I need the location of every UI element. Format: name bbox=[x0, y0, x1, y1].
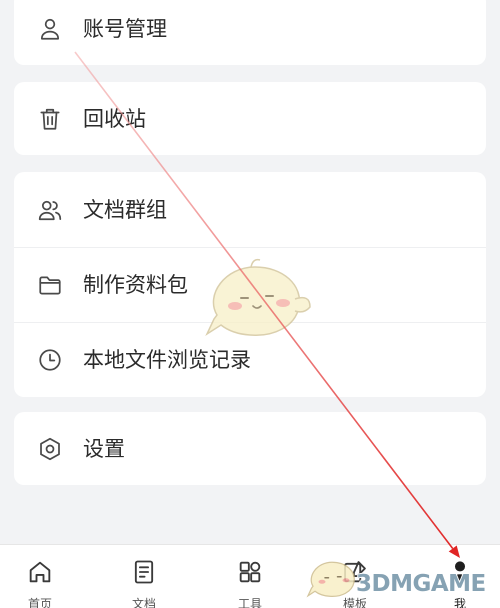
tab-me[interactable]: 我 bbox=[420, 545, 500, 608]
settings-card: 设置 bbox=[14, 412, 486, 485]
template-icon bbox=[341, 558, 369, 586]
menu-item-settings[interactable]: 设置 bbox=[14, 412, 486, 485]
files-card: 文档群组 制作资料包 本地文件浏览记录 bbox=[14, 172, 486, 397]
recycle-card: 回收站 bbox=[14, 82, 486, 155]
tab-label: 工具 bbox=[237, 597, 262, 608]
tab-home[interactable]: 首页 bbox=[0, 545, 80, 608]
menu-item-label: 文档群组 bbox=[83, 197, 167, 222]
tab-templates[interactable]: 模板 bbox=[315, 545, 395, 608]
tab-label: 我 bbox=[453, 597, 466, 608]
menu-item-recycle-bin[interactable]: 回收站 bbox=[14, 82, 486, 155]
menu-item-account-management[interactable]: 账号管理 bbox=[14, 0, 486, 65]
tab-tools[interactable]: 工具 bbox=[210, 545, 290, 608]
menu-item-label: 账号管理 bbox=[83, 16, 167, 41]
tab-label: 文档 bbox=[131, 597, 156, 608]
tab-label: 模板 bbox=[342, 597, 367, 608]
tools-grid-icon bbox=[236, 558, 264, 586]
account-card: 账号管理 bbox=[14, 0, 486, 65]
menu-item-label: 制作资料包 bbox=[83, 273, 188, 297]
tab-documents[interactable]: 文档 bbox=[104, 545, 184, 608]
tab-label: 首页 bbox=[27, 597, 52, 608]
menu-item-label: 本地文件浏览记录 bbox=[83, 348, 251, 372]
settings-icon bbox=[37, 436, 63, 462]
menu-item-make-package[interactable]: 制作资料包 bbox=[14, 247, 486, 322]
menu-item-label: 设置 bbox=[83, 436, 125, 461]
menu-item-label: 回收站 bbox=[83, 106, 146, 131]
person-icon bbox=[37, 16, 63, 42]
menu-item-document-groups[interactable]: 文档群组 bbox=[14, 172, 486, 247]
group-icon bbox=[37, 197, 63, 223]
folder-icon bbox=[37, 272, 63, 298]
bottom-nav: 首页 文档 工具 模板 我 bbox=[0, 544, 500, 608]
menu-item-local-file-history[interactable]: 本地文件浏览记录 bbox=[14, 322, 486, 397]
home-icon bbox=[26, 558, 54, 586]
profile-icon bbox=[446, 558, 474, 586]
document-icon bbox=[130, 558, 158, 586]
clock-icon bbox=[37, 347, 63, 373]
trash-icon bbox=[37, 106, 63, 132]
